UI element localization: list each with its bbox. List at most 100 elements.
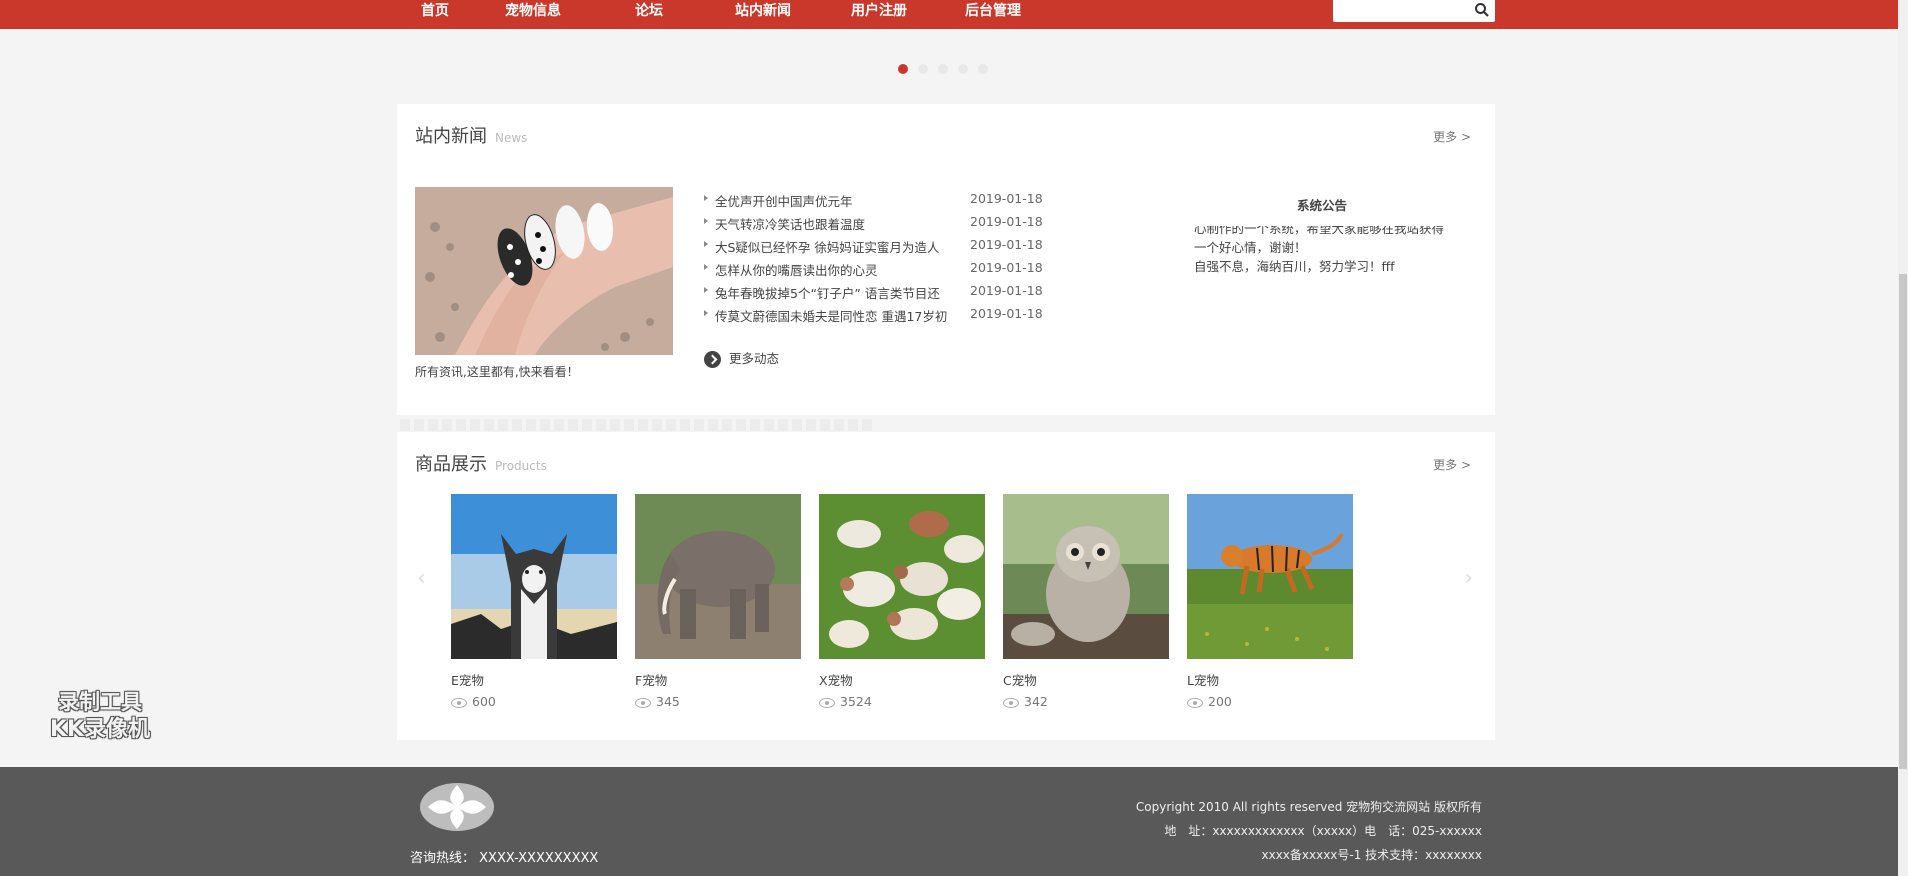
list-item[interactable]: 怎样从你的嘴唇读出你的心灵 2019-01-18: [704, 258, 1074, 281]
slider-dot[interactable]: [898, 64, 908, 74]
slider-dot[interactable]: [938, 64, 948, 74]
nav-item-home[interactable]: 首页: [421, 1, 449, 21]
product-views: 600: [451, 694, 496, 709]
search-icon[interactable]: [1474, 2, 1490, 18]
sheep-image[interactable]: [819, 494, 985, 659]
slider-dot[interactable]: [918, 64, 928, 74]
view-count: 342: [1024, 694, 1048, 709]
notice-line: 心制作的一个系统，希望大家能够在我站获得: [1194, 226, 1445, 236]
product-views: 3524: [819, 694, 872, 709]
bullet-icon: [704, 287, 708, 293]
list-item[interactable]: 大S疑似已经怀孕 徐妈妈证实蜜月为造人 2019-01-18: [704, 235, 1074, 258]
slider-dot[interactable]: [958, 64, 968, 74]
notice-line: 自强不息，海纳百川，努力学习！fff: [1194, 259, 1395, 274]
news-item-date: 2019-01-18: [970, 237, 1043, 252]
news-list: 全优声开创中国声优元年 2019-01-18 天气转凉冷笑话也跟着温度 2019-0…: [704, 189, 1074, 327]
product-views: 200: [1187, 694, 1232, 709]
list-item[interactable]: 兔年春晚拔掉5个“钉子户” 语言类节目还 2019-01-18: [704, 281, 1074, 304]
view-count: 345: [656, 694, 680, 709]
nav-item-pet-info[interactable]: 宠物信息: [505, 1, 561, 21]
husky-image[interactable]: [451, 494, 617, 659]
news-item-title[interactable]: 怎样从你的嘴唇读出你的心灵: [715, 260, 965, 279]
more-news-label: 更多动态: [729, 351, 780, 366]
product-views: 342: [1003, 694, 1048, 709]
news-item-date: 2019-01-18: [970, 306, 1043, 321]
products-more-link[interactable]: 更多 >: [1433, 456, 1471, 473]
chevron-right-icon: [704, 351, 721, 368]
product-name[interactable]: F宠物: [635, 670, 667, 689]
product-card[interactable]: E宠物 600: [451, 494, 617, 709]
bullet-icon: [704, 310, 708, 316]
notice-line: 一个好心情，谢谢！: [1194, 240, 1307, 255]
product-card[interactable]: L宠物 200: [1187, 494, 1353, 709]
product-name[interactable]: X宠物: [819, 670, 853, 689]
news-item-title[interactable]: 天气转凉冷笑话也跟着温度: [715, 214, 965, 233]
news-section-title: 站内新闻 News: [415, 122, 527, 148]
news-item-date: 2019-01-18: [970, 283, 1043, 298]
product-card[interactable]: X宠物 3524: [819, 494, 985, 709]
carousel-next-icon[interactable]: ›: [1464, 566, 1473, 591]
news-item-title[interactable]: 传莫文蔚德国未婚夫是同性恋 重遇17岁初: [715, 306, 965, 325]
news-subtitle: News: [495, 131, 528, 145]
notice-title: 系统公告: [1297, 198, 1348, 213]
news-item-title[interactable]: 全优声开创中国声优元年: [715, 191, 965, 210]
product-card[interactable]: C宠物 342: [1003, 494, 1169, 709]
hotline: 咨询热线： XXXX-XXXXXXXXX: [410, 851, 599, 866]
watermark-line: KK录像机: [49, 717, 151, 742]
news-more-link[interactable]: 更多 >: [1433, 128, 1471, 145]
footer: 咨询热线： XXXX-XXXXXXXXX Copyright 2010 All …: [0, 767, 1908, 876]
product-name[interactable]: E宠物: [451, 670, 484, 689]
view-count: 200: [1208, 694, 1232, 709]
products-subtitle: Products: [495, 459, 547, 473]
scrollbar-thumb[interactable]: [1899, 274, 1907, 769]
scrollbar[interactable]: [1898, 0, 1908, 876]
list-item[interactable]: 天气转凉冷笑话也跟着温度 2019-01-18: [704, 212, 1074, 235]
nav-item-register[interactable]: 用户注册: [851, 1, 907, 21]
news-feature-image[interactable]: [415, 187, 673, 355]
products-section: 商品展示 Products 更多 > ‹ › E宠物 600 F宠物 345 X…: [397, 432, 1495, 740]
eye-icon: [819, 697, 835, 708]
owl-image[interactable]: [1003, 494, 1169, 659]
bullet-icon: [704, 218, 708, 224]
products-section-title: 商品展示 Products: [415, 450, 547, 476]
eye-icon: [451, 697, 467, 708]
site-logo-icon: [420, 783, 494, 831]
more-news-link[interactable]: 更多动态: [704, 348, 779, 368]
list-item[interactable]: 全优声开创中国声优元年 2019-01-18: [704, 189, 1074, 212]
nav-item-forum[interactable]: 论坛: [635, 1, 663, 21]
decorative-divider: [400, 416, 910, 431]
search-box: [1333, 0, 1495, 22]
nail-art-image: [415, 187, 673, 355]
bullet-icon: [704, 264, 708, 270]
product-card[interactable]: F宠物 345: [635, 494, 801, 709]
eye-icon: [1187, 697, 1203, 708]
products-title: 商品展示: [415, 454, 487, 475]
view-count: 3524: [840, 694, 872, 709]
slider-dot[interactable]: [978, 64, 988, 74]
product-views: 345: [635, 694, 680, 709]
news-item-title[interactable]: 兔年春晚拔掉5个“钉子户” 语言类节目还: [715, 283, 965, 302]
watermark-line: 录制工具: [58, 690, 142, 714]
recorder-watermark: 录制工具 KK录像机: [30, 688, 170, 744]
list-item[interactable]: 传莫文蔚德国未婚夫是同性恋 重遇17岁初 2019-01-18: [704, 304, 1074, 327]
tiger-image[interactable]: [1187, 494, 1353, 659]
address: 地 址：xxxxxxxxxxxxx（xxxxx）电 话：025-xxxxxx: [1164, 824, 1482, 838]
nav-item-admin[interactable]: 后台管理: [965, 1, 1021, 21]
search-input[interactable]: [1337, 2, 1467, 20]
news-item-date: 2019-01-18: [970, 191, 1043, 206]
product-name[interactable]: L宠物: [1187, 670, 1219, 689]
notice-body: 心制作的一个系统，希望大家能够在我站获得 一个好心情，谢谢！ 自强不息，海纳百川…: [1194, 226, 1464, 284]
carousel-prev-icon[interactable]: ‹: [417, 566, 426, 591]
nav-item-site-news[interactable]: 站内新闻: [735, 1, 791, 21]
icp-info: xxxx备xxxxx号-1 技术支持：xxxxxxxx: [1261, 848, 1482, 862]
top-nav-bar: 首页 宠物信息 论坛 站内新闻 用户注册 后台管理: [0, 0, 1908, 29]
elephant-image[interactable]: [635, 494, 801, 659]
view-count: 600: [472, 694, 496, 709]
news-item-title[interactable]: 大S疑似已经怀孕 徐妈妈证实蜜月为造人: [715, 237, 965, 256]
news-feature-caption: 所有资讯,这里都有,快来看看！: [415, 365, 579, 379]
news-section: 站内新闻 News 更多 > 所有资讯,这里都有,快来看看！ 全优声开创中国声优元…: [397, 104, 1495, 415]
news-title: 站内新闻: [415, 126, 487, 147]
product-name[interactable]: C宠物: [1003, 670, 1037, 689]
bullet-icon: [704, 241, 708, 247]
eye-icon: [635, 697, 651, 708]
